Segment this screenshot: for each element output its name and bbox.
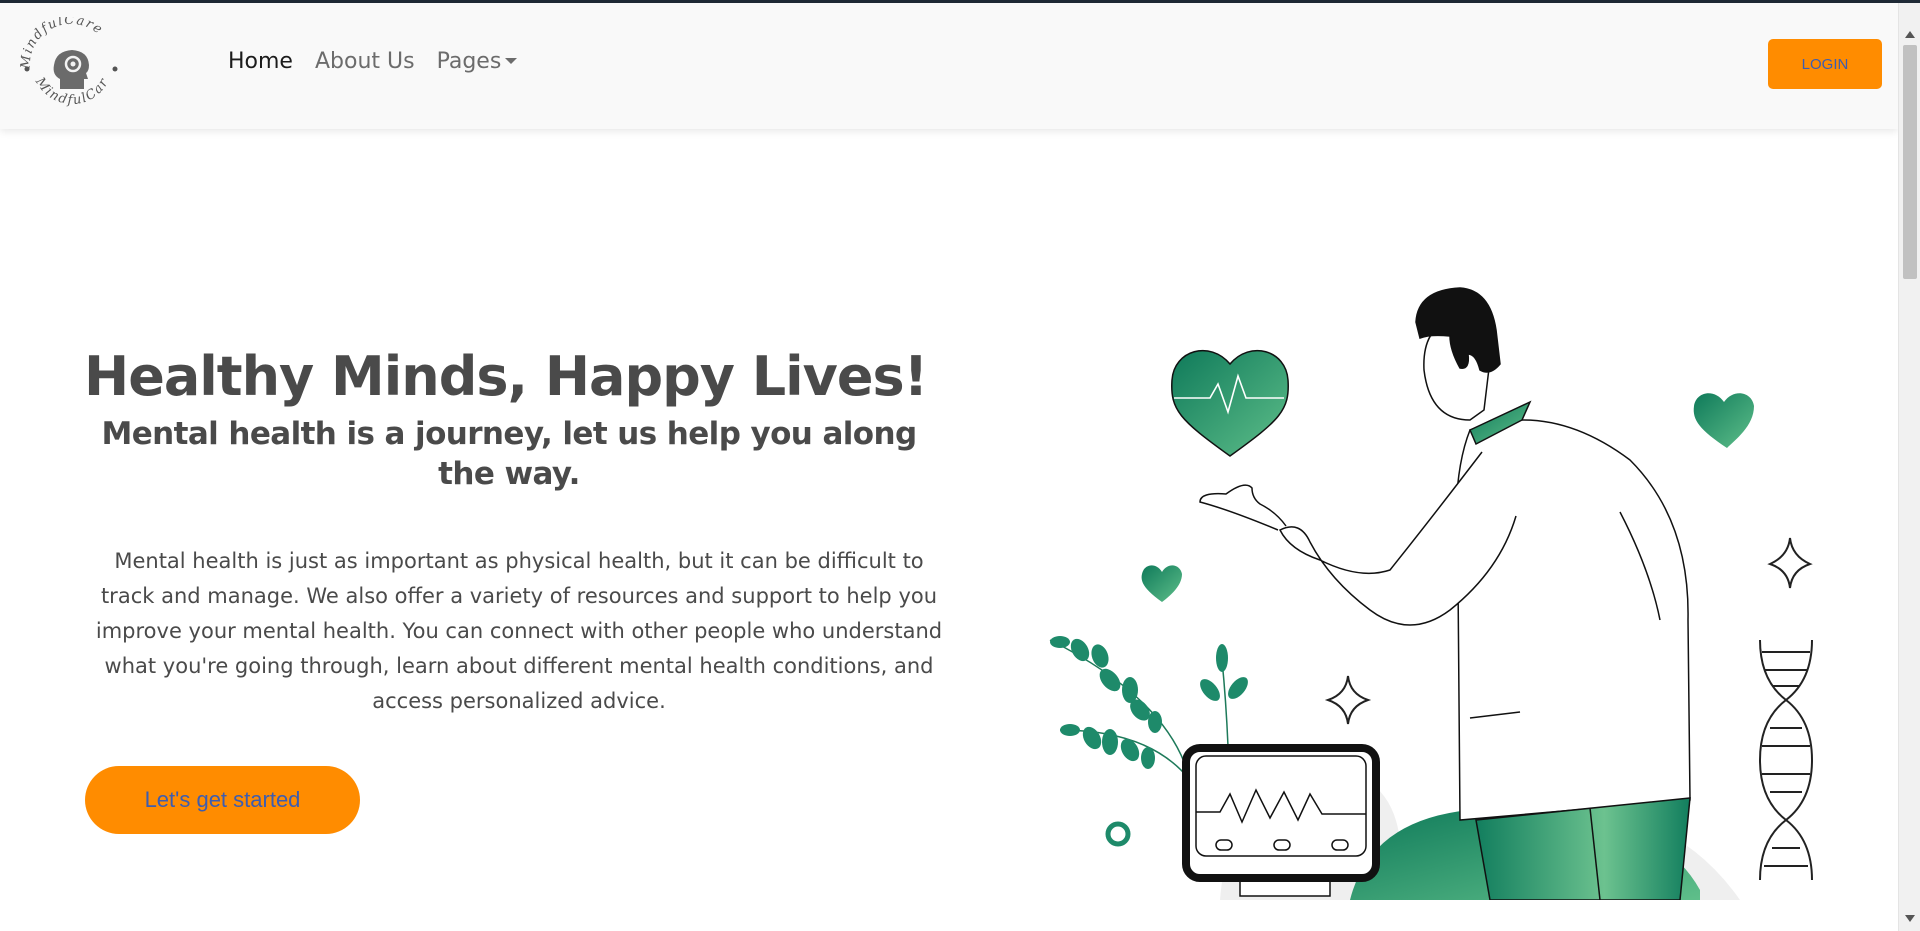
hero-subtitle: Mental health is a journey, let us help … [101, 416, 917, 492]
scroll-up-arrow-icon[interactable] [1905, 31, 1915, 38]
nav-pages-label: Pages [436, 49, 502, 74]
hero-text: Healthy Minds, Happy Lives! Mental healt… [84, 345, 944, 719]
nav-about-us[interactable]: About Us [315, 49, 415, 74]
get-started-button[interactable]: Let's get started [85, 766, 360, 834]
caret-down-icon [505, 57, 518, 64]
doctor-illustration [1030, 280, 1830, 901]
nav-home[interactable]: Home [228, 49, 293, 74]
navbar: MindfulCare MindfulCare Home About Us Pa… [0, 3, 1898, 129]
nav-pages-dropdown[interactable]: Pages [437, 49, 518, 74]
mindfulcare-logo[interactable]: MindfulCare MindfulCare [11, 6, 126, 117]
hero-title: Healthy Minds, Happy Lives! [84, 345, 928, 408]
scroll-thumb[interactable] [1903, 45, 1917, 279]
hero-description: Mental health is just as important as ph… [95, 549, 943, 713]
scroll-down-arrow-icon[interactable] [1905, 915, 1915, 922]
heart-monitor-icon [1182, 744, 1380, 897]
login-button[interactable]: LOGIN [1768, 39, 1882, 89]
page-scrollbar[interactable] [1898, 3, 1920, 931]
nav-links: Home About Us Pages [228, 49, 518, 74]
heart-icon [1171, 349, 1289, 457]
dna-icon [1758, 639, 1814, 881]
